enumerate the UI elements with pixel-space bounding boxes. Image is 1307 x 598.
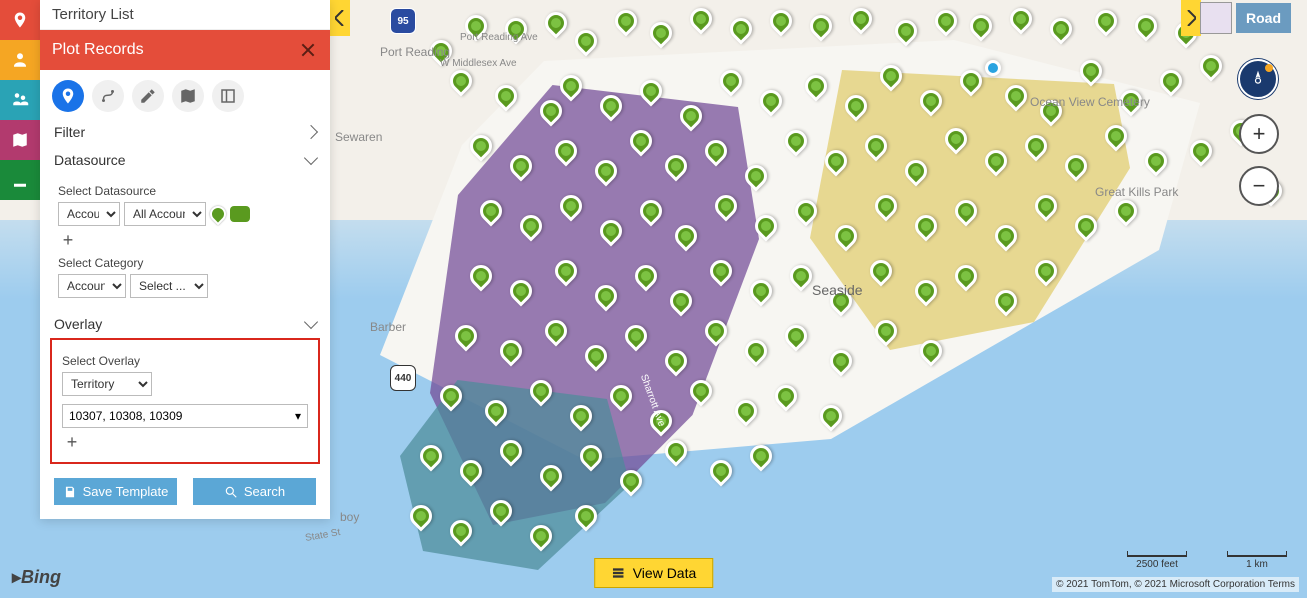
panel-header-title: Plot Records (52, 41, 144, 59)
search-button[interactable]: Search (193, 478, 316, 505)
close-icon[interactable] (298, 40, 318, 60)
label-ocean-view: Ocean View Cemetery (1030, 95, 1100, 109)
overlay-zip-dropdown[interactable]: 10307, 10308, 10309 ▾ (62, 404, 308, 428)
tool-pin-icon[interactable] (52, 80, 84, 112)
rail-pin2-button[interactable] (0, 80, 40, 120)
overlay-label: Overlay (54, 316, 102, 332)
label-port-reading-ave: Port Reading Ave (460, 32, 538, 43)
select-overlay-label: Select Overlay (62, 354, 308, 368)
left-rail (0, 0, 40, 598)
datasource-section-toggle[interactable]: Datasource (40, 146, 330, 174)
territory-overlay-teal (400, 380, 630, 570)
label-boy: boy (340, 510, 359, 524)
category-select[interactable]: Account (58, 274, 126, 298)
tool-route-icon[interactable] (92, 80, 124, 112)
map-attribution: © 2021 TomTom, © 2021 Microsoft Corporat… (1052, 577, 1299, 592)
select-category-label: Select Category (58, 256, 316, 270)
territory-list-title: Territory List (40, 0, 330, 30)
tool-sheet-icon[interactable] (212, 80, 244, 112)
tool-territory-icon[interactable] (172, 80, 204, 112)
chevron-down-icon: ▾ (295, 409, 301, 423)
panel-tool-row (40, 70, 330, 118)
datasource-label: Datasource (54, 152, 126, 168)
add-datasource-button[interactable]: + (58, 230, 78, 250)
road-shield-95: 95 (390, 8, 416, 34)
category-view-select[interactable]: Select ... (130, 274, 208, 298)
label-barber: Barber (370, 320, 406, 334)
chevron-up-icon (304, 315, 318, 329)
overlay-type-select[interactable]: Territory (62, 372, 152, 396)
datasource-select[interactable]: Account (58, 202, 120, 226)
panel-footer: Save Template Search (40, 468, 330, 519)
view-data-button[interactable]: View Data (594, 558, 714, 588)
label-state-st: State St (304, 527, 341, 544)
map-style-switcher[interactable]: Road (1200, 2, 1291, 34)
save-template-button[interactable]: Save Template (54, 478, 177, 505)
rail-map-button[interactable] (0, 120, 40, 160)
filter-section-toggle[interactable]: Filter (40, 118, 330, 146)
collapse-panel-arrow[interactable] (330, 0, 350, 36)
locate-dot (985, 60, 1001, 76)
label-great-kills: Great Kills Park (1095, 185, 1178, 199)
map-pin[interactable] (705, 455, 736, 486)
rail-people-button[interactable] (0, 40, 40, 80)
rail-pin-button[interactable] (0, 0, 40, 40)
label-port-reading: Port Reading (380, 45, 450, 59)
filter-label: Filter (54, 124, 85, 140)
map-style-thumb (1200, 2, 1232, 34)
chevron-up-icon (304, 151, 318, 165)
tool-draw-icon[interactable] (132, 80, 164, 112)
scale-feet: 2500 feet (1127, 555, 1187, 570)
panel-header: Plot Records (40, 30, 330, 70)
expand-sidebar-arrow[interactable] (1181, 0, 1201, 36)
overlay-zip-value: 10307, 10308, 10309 (69, 409, 182, 423)
search-label: Search (244, 484, 285, 499)
chevron-down-icon (304, 125, 318, 139)
color-swatch[interactable] (230, 206, 250, 222)
map-style-label: Road (1236, 3, 1291, 33)
bing-logo: ▸Bing (12, 567, 61, 588)
label-sewaren: Sewaren (335, 130, 382, 144)
add-overlay-button[interactable]: + (62, 432, 82, 452)
zoom-out-button[interactable]: − (1239, 166, 1279, 206)
road-shield-440: 440 (390, 365, 416, 391)
save-template-label: Save Template (83, 484, 169, 499)
label-middlesex-ave: W Middlesex Ave (440, 58, 517, 69)
zoom-in-button[interactable]: + (1239, 114, 1279, 154)
overlay-highlight-box: Select Overlay Territory 10307, 10308, 1… (50, 338, 320, 464)
compass-button[interactable] (1237, 58, 1279, 100)
overlay-section-toggle[interactable]: Overlay (40, 310, 330, 338)
scale-km: 1 km (1227, 555, 1287, 570)
scale-bar: 2500 feet 1 km (1127, 555, 1287, 570)
plot-records-panel: Territory List Plot Records Filter Datas… (40, 0, 330, 519)
rail-download-button[interactable] (0, 160, 40, 200)
view-data-label: View Data (633, 565, 697, 581)
pin-swatch-icon (207, 203, 230, 226)
label-seaside: Seaside (812, 282, 863, 298)
select-datasource-label: Select Datasource (58, 184, 316, 198)
datasource-view-select[interactable]: All Accounts (124, 202, 206, 226)
compass-dot-icon (1265, 64, 1273, 72)
datasource-section-body: Select Datasource Account All Accounts +… (40, 174, 330, 310)
